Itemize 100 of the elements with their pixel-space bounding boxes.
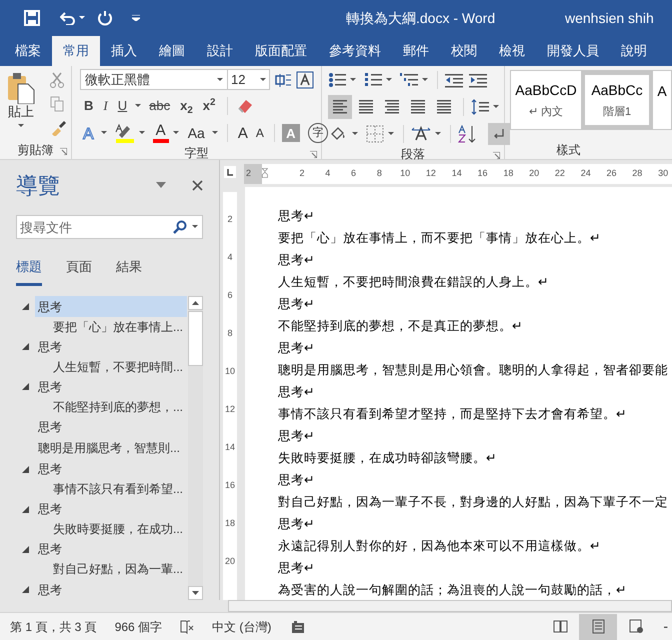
font-size-dropdown[interactable]: 12 <box>228 69 270 90</box>
caret-icon[interactable] <box>212 131 218 135</box>
scrollbar-thumb[interactable] <box>188 311 203 366</box>
style-tile[interactable]: A <box>653 71 671 129</box>
multilevel-list-icon[interactable] <box>400 72 418 88</box>
expanded-arrow-icon[interactable] <box>22 506 29 513</box>
ribbon-tab[interactable]: 版面配置 <box>244 36 318 66</box>
format-button[interactable]: I <box>99 96 112 116</box>
ribbon-tab[interactable]: 說明 <box>610 36 658 66</box>
caret-icon[interactable] <box>172 131 179 135</box>
user-name[interactable]: wenhsien shih <box>565 8 654 28</box>
word-count[interactable]: 966 個字 <box>114 618 162 636</box>
formatting-marks-icon[interactable] <box>488 123 510 145</box>
caret-icon[interactable] <box>100 131 107 135</box>
align-left-icon[interactable] <box>328 95 352 119</box>
ribbon-tab[interactable]: 常用 <box>52 36 100 66</box>
dialog-launcher-icon[interactable] <box>493 152 500 159</box>
tab-selector-icon[interactable] <box>224 166 236 178</box>
ribbon-tab[interactable]: 設計 <box>196 36 244 66</box>
caret-icon[interactable] <box>435 132 441 136</box>
heading-item[interactable]: 聰明是用腦思考，智慧則... <box>35 438 187 459</box>
format-button[interactable]: abc <box>145 96 174 116</box>
highlighter-icon[interactable] <box>114 123 135 143</box>
expanded-arrow-icon[interactable] <box>22 343 29 350</box>
heading-item[interactable]: 不能堅持到底的夢想，... <box>53 398 184 416</box>
pane-tab[interactable]: 結果 <box>116 257 142 286</box>
macro-recording-icon[interactable] <box>291 620 306 634</box>
heading-item[interactable]: 思考 <box>35 376 187 398</box>
ribbon-tab[interactable]: 開發人員 <box>536 36 610 66</box>
phonetic-guide-icon[interactable] <box>274 72 292 88</box>
horizontal-scrollbar[interactable] <box>228 600 672 612</box>
scroll-up-icon[interactable] <box>188 296 203 310</box>
expanded-arrow-icon[interactable] <box>22 466 29 473</box>
grow-font-button[interactable]: A <box>234 123 251 143</box>
borders-icon[interactable] <box>366 125 384 143</box>
paste-button[interactable]: 貼上 <box>0 66 42 141</box>
caret-icon[interactable] <box>79 16 85 20</box>
scroll-down-icon[interactable] <box>188 586 203 600</box>
vertical-scrollbar[interactable] <box>188 296 203 600</box>
format-button[interactable]: x$^{2}$ <box>198 96 220 116</box>
ribbon-tab[interactable]: 郵件 <box>392 36 440 66</box>
language-indicator[interactable]: 中文 (台灣) <box>212 618 272 636</box>
caret-icon[interactable] <box>422 78 428 82</box>
ribbon-tab[interactable]: 檢視 <box>488 36 536 66</box>
style-tile[interactable]: AaBbCc 階層1 <box>581 71 653 129</box>
heading-item[interactable]: 思考 <box>35 498 187 520</box>
expanded-arrow-icon[interactable] <box>22 303 29 310</box>
increase-indent-icon[interactable] <box>469 72 487 88</box>
search-icon[interactable] <box>173 220 187 234</box>
heading-item[interactable]: 思考 <box>35 336 187 358</box>
page-indicator[interactable]: 第 1 頁，共 3 頁 <box>10 618 97 636</box>
shrink-font-button[interactable]: A <box>252 123 267 143</box>
customize-toolbar-icon[interactable] <box>132 15 140 21</box>
caret-icon[interactable] <box>352 132 358 136</box>
ribbon-tab[interactable]: 檔案 <box>4 36 52 66</box>
change-case-button[interactable]: Aa <box>184 123 208 143</box>
format-button[interactable]: x$_{2}$ <box>176 96 197 116</box>
heading-item[interactable]: 要把「心」放在事情上... <box>53 318 184 336</box>
style-tile[interactable]: AaBbCcD ↵ 內文 <box>511 71 581 129</box>
caret-icon[interactable] <box>350 78 356 82</box>
caret-icon[interactable] <box>192 225 198 229</box>
ribbon-tab[interactable]: 校閱 <box>440 36 488 66</box>
numbering-icon[interactable] <box>364 72 382 88</box>
caret-icon[interactable] <box>386 78 392 82</box>
caret-icon[interactable] <box>388 132 394 136</box>
line-spacing-icon[interactable] <box>471 99 489 115</box>
pane-tab[interactable]: 標題 <box>16 257 42 286</box>
pane-tab[interactable]: 頁面 <box>66 257 92 286</box>
decrease-indent-icon[interactable] <box>445 72 463 88</box>
view-button[interactable] <box>579 614 618 640</box>
bullets-icon[interactable] <box>328 72 346 88</box>
text-direction-icon[interactable] <box>411 125 431 143</box>
caret-icon[interactable] <box>493 105 499 109</box>
save-icon[interactable] <box>24 10 40 26</box>
caret-icon[interactable] <box>138 131 145 135</box>
font-color-button[interactable]: A <box>152 123 169 143</box>
sort-icon[interactable] <box>458 125 478 143</box>
enclose-character-button[interactable]: 字 <box>308 123 328 143</box>
ribbon-tab[interactable]: 繪圖 <box>148 36 196 66</box>
eraser-icon[interactable] <box>236 98 254 114</box>
caret-icon[interactable] <box>135 104 142 108</box>
format-button[interactable]: U <box>114 96 132 116</box>
expanded-arrow-icon[interactable] <box>22 383 29 390</box>
heading-item[interactable]: 思考 <box>35 458 187 480</box>
undo-icon[interactable] <box>60 11 76 25</box>
scissors-icon[interactable] <box>50 72 64 88</box>
ribbon-tab[interactable]: 參考資料 <box>318 36 392 66</box>
heading-item[interactable]: 事情不該只有看到希望... <box>53 480 184 498</box>
heading-item[interactable]: 思考 <box>35 296 187 317</box>
zoom-out-button[interactable]: - <box>663 616 668 637</box>
dialog-launcher-icon[interactable] <box>60 148 67 155</box>
proofing-icon[interactable] <box>180 620 194 634</box>
heading-item[interactable]: 思考 <box>35 579 187 600</box>
dialog-launcher-icon[interactable] <box>310 151 317 158</box>
search-field[interactable]: 搜尋文件 <box>16 215 203 239</box>
heading-item[interactable]: 思考 <box>35 538 187 560</box>
brush-icon[interactable] <box>50 120 66 136</box>
heading-item[interactable]: 思考 <box>35 416 187 438</box>
close-icon[interactable] <box>192 180 203 190</box>
heading-item[interactable]: 對自己好點，因為一輩... <box>53 560 184 578</box>
